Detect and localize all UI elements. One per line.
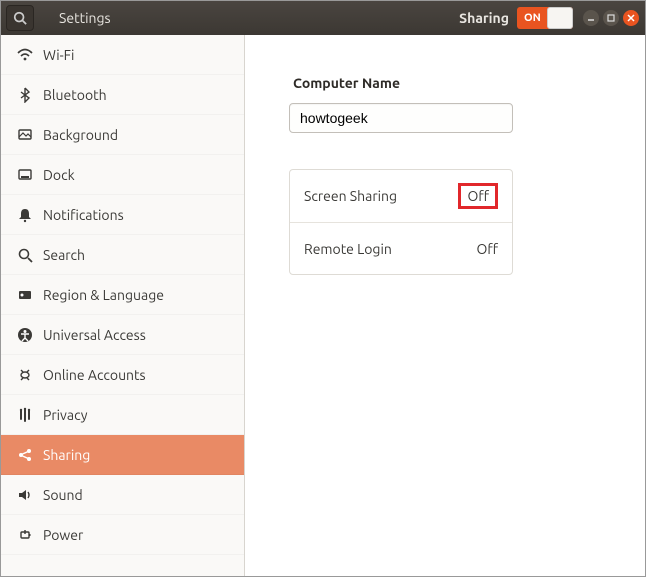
sidebar-item-label: Notifications [43, 207, 124, 223]
sidebar-item-label: Power [43, 527, 83, 543]
status-value: Off [467, 188, 489, 204]
main-panel: Computer Name Screen SharingOffRemote Lo… [245, 35, 645, 576]
dock-icon [13, 167, 37, 183]
toggle-on-label: ON [524, 12, 541, 24]
sidebar-item-label: Sharing [43, 447, 90, 463]
sidebar-item-privacy[interactable]: Privacy [1, 395, 244, 435]
search-button[interactable] [6, 5, 34, 31]
sidebar-item-wi-fi[interactable]: Wi-Fi [1, 35, 244, 75]
maximize-button[interactable] [603, 10, 619, 26]
bluetooth-icon [13, 87, 37, 103]
sidebar-item-dock[interactable]: Dock [1, 155, 244, 195]
highlight-box: Off [458, 183, 498, 209]
privacy-icon [13, 407, 37, 423]
sidebar-item-power[interactable]: Power [1, 515, 244, 555]
remote-login-row[interactable]: Remote Login Off [290, 222, 512, 274]
sidebar-item-notifications[interactable]: Notifications [1, 195, 244, 235]
minimize-button[interactable] [583, 10, 599, 26]
sidebar-item-online-accounts[interactable]: Online Accounts [1, 355, 244, 395]
sidebar-item-label: Dock [43, 167, 75, 183]
notifications-icon [13, 207, 37, 223]
toggle-thumb [547, 7, 573, 29]
sharing-options-panel: Screen Sharing Off Remote Login Off [289, 169, 513, 275]
online-accounts-icon [13, 367, 37, 383]
sound-icon [13, 487, 37, 503]
sidebar-item-label: Background [43, 127, 118, 143]
sidebar-item-sharing[interactable]: Sharing [1, 435, 244, 475]
sharing-icon [13, 447, 37, 463]
sidebar-item-label: Universal Access [43, 327, 146, 343]
computer-name-input[interactable] [289, 103, 513, 133]
background-icon [13, 127, 37, 143]
computer-name-label: Computer Name [293, 75, 601, 91]
row-label: Screen Sharing [304, 188, 397, 204]
status-value: Off [476, 241, 498, 257]
app-title: Settings [59, 10, 111, 26]
sidebar-item-bluetooth[interactable]: Bluetooth [1, 75, 244, 115]
window-controls [583, 10, 639, 26]
sidebar-item-universal-access[interactable]: Universal Access [1, 315, 244, 355]
region-icon [13, 287, 37, 303]
sidebar-item-region-language[interactable]: Region & Language [1, 275, 244, 315]
sidebar-item-search[interactable]: Search [1, 235, 244, 275]
screen-sharing-row[interactable]: Screen Sharing Off [290, 170, 512, 222]
universal-access-icon [13, 327, 37, 343]
search-icon [13, 247, 37, 263]
wifi-icon [13, 47, 37, 63]
sidebar-item-label: Region & Language [43, 287, 164, 303]
sidebar-item-label: Sound [43, 487, 83, 503]
sidebar-item-label: Online Accounts [43, 367, 146, 383]
titlebar: Settings Sharing ON [1, 1, 645, 35]
close-button[interactable] [623, 10, 639, 26]
sidebar-item-label: Wi-Fi [43, 47, 74, 63]
sidebar-item-sound[interactable]: Sound [1, 475, 244, 515]
sidebar-item-background[interactable]: Background [1, 115, 244, 155]
sidebar-item-label: Search [43, 247, 85, 263]
sharing-master-toggle[interactable]: ON [517, 7, 573, 29]
panel-title: Sharing [459, 10, 509, 26]
power-icon [13, 527, 37, 543]
sidebar-item-label: Privacy [43, 407, 87, 423]
settings-sidebar: Wi-Fi Bluetooth Background Dock Notification… [1, 35, 245, 576]
sidebar-item-label: Bluetooth [43, 87, 107, 103]
row-label: Remote Login [304, 241, 392, 257]
